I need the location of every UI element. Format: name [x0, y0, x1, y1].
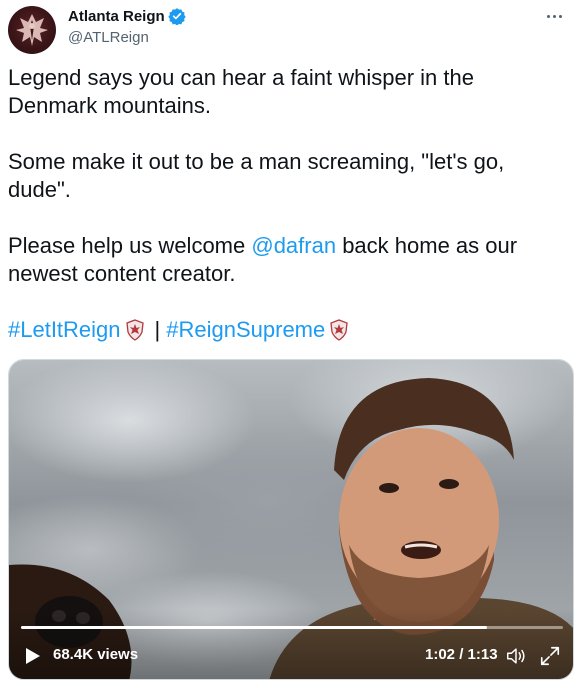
verified-badge-icon — [167, 8, 186, 25]
hashtag-reignsupreme[interactable]: #ReignSupreme — [166, 316, 325, 344]
video-time: 1:02 / 1:13 — [425, 646, 498, 663]
view-count: 68.4K views — [53, 646, 139, 663]
progress-bar[interactable] — [21, 626, 563, 629]
handle[interactable]: @ATLReign — [68, 29, 149, 46]
progress-fill — [21, 626, 488, 629]
avatar[interactable] — [8, 6, 56, 54]
fullscreen-icon[interactable] — [539, 645, 561, 667]
hashtag-row: #LetItReign | #ReignSupreme — [8, 316, 568, 344]
tweet-header: Atlanta Reign @ATLReign — [8, 4, 573, 54]
volume-icon[interactable] — [505, 645, 527, 667]
play-icon[interactable] — [25, 647, 41, 665]
tweet-paragraph-2: Some make it out to be a man screaming, … — [8, 149, 505, 202]
controls-overlay — [9, 609, 573, 679]
tweet-paragraph-1: Legend says you can hear a faint whisper… — [8, 65, 474, 118]
tweet-text: Legend says you can hear a faint whisper… — [8, 64, 568, 344]
mention-link[interactable]: @dafran — [251, 233, 336, 258]
separator: | — [154, 317, 161, 342]
tweet-paragraph-3: Please help us welcome @dafran back home… — [8, 232, 568, 288]
reign-crest-emoji — [330, 319, 348, 341]
video-player[interactable]: 68.4K views 1:02 / 1:13 — [8, 359, 574, 680]
tweet-text-segment: Please help us welcome — [8, 233, 252, 258]
display-name[interactable]: Atlanta Reign — [68, 8, 165, 25]
more-icon[interactable] — [539, 4, 569, 28]
reign-crest-emoji — [125, 319, 144, 341]
hashtag-letitreign[interactable]: #LetItReign — [8, 316, 121, 344]
